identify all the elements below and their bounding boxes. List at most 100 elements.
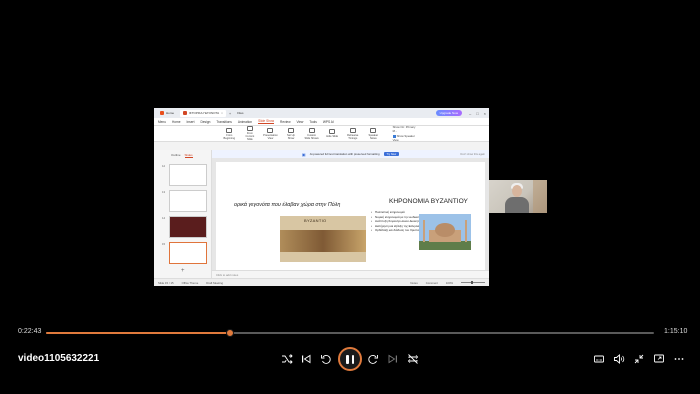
add-slide-icon[interactable]: + bbox=[181, 268, 185, 274]
video-title: video1105632221 bbox=[18, 353, 100, 364]
volume-button[interactable] bbox=[612, 352, 626, 366]
seek-progress bbox=[46, 332, 230, 334]
menu-bar: Menu Home Insert Design Transitions Anim… bbox=[154, 118, 489, 126]
window-controls: – □ × bbox=[469, 111, 486, 116]
slide-left-heading: ορικά γεγονότα που έλαβαν χώρα στην Πόλη bbox=[234, 202, 341, 208]
presentation-file-icon bbox=[183, 111, 188, 115]
translation-banner: ▣ AI-powered full text translation with … bbox=[212, 150, 489, 158]
tab-presentation[interactable]: ΙΣΤΟΡΙΚΑ ΓΕΓΟΝΟΤΑ × bbox=[180, 109, 226, 117]
slide-canvas: ορικά γεγονότα που έλαβαν χώρα στην Πόλη… bbox=[212, 158, 489, 270]
tab-files[interactable]: Files bbox=[234, 110, 246, 117]
setup-icon bbox=[288, 127, 295, 133]
close-window-icon[interactable]: × bbox=[484, 111, 486, 116]
menu-item-wps-ai[interactable]: WPS AI bbox=[323, 120, 334, 124]
tab-outline[interactable]: Outline bbox=[171, 153, 181, 158]
speaker-view-checkbox[interactable]: Show Speaker View bbox=[392, 134, 419, 142]
current-time: 0:22:43 bbox=[18, 328, 42, 335]
previous-icon bbox=[302, 354, 311, 364]
hide-slide-icon bbox=[329, 129, 336, 134]
total-time: 1:15:10 bbox=[664, 328, 688, 335]
more-icon bbox=[674, 358, 684, 360]
volume-icon bbox=[614, 354, 625, 364]
meeting-status[interactable]: Draft Meeting bbox=[206, 281, 223, 285]
comment-toggle[interactable]: Comment bbox=[426, 281, 438, 285]
maximize-icon[interactable]: □ bbox=[476, 111, 478, 116]
next-icon bbox=[388, 354, 397, 364]
forward-30-button[interactable] bbox=[366, 352, 380, 366]
seek-bar[interactable] bbox=[46, 329, 654, 337]
menu-item-slide-show[interactable]: Slide Show bbox=[258, 119, 275, 124]
byzantium-image: ΒΥΖΑΝΤΙΟ bbox=[280, 216, 366, 262]
dismiss-banner-link[interactable]: Don't show this again bbox=[460, 153, 485, 156]
repeat-off-button[interactable] bbox=[406, 352, 420, 366]
pause-button[interactable] bbox=[338, 347, 362, 371]
presentation-view-icon bbox=[267, 127, 274, 133]
play-from-start-icon bbox=[226, 127, 233, 133]
current-slide[interactable]: ορικά γεγονότα που έλαβαν χώρα στην Πόλη… bbox=[216, 162, 485, 270]
more-options-button[interactable] bbox=[672, 352, 686, 366]
cast-icon bbox=[654, 354, 664, 363]
menu-item-transitions[interactable]: Transitions bbox=[216, 120, 231, 124]
menu-item-view[interactable]: View bbox=[297, 120, 304, 124]
notes-area[interactable]: Click to add notes bbox=[212, 270, 489, 278]
slide-thumbnail-selected[interactable]: 15 bbox=[162, 242, 207, 264]
slide-thumbnail[interactable]: 13 bbox=[162, 190, 207, 212]
slide-thumbnail[interactable]: 14 bbox=[162, 216, 207, 238]
cast-button[interactable] bbox=[652, 352, 666, 366]
rehearse-timings-button[interactable]: Rehearse Timings bbox=[345, 127, 360, 140]
monitor-options: Show On: Primary M... Show Speaker View bbox=[392, 125, 419, 142]
next-button[interactable] bbox=[386, 352, 400, 366]
subtitles-button[interactable] bbox=[592, 352, 606, 366]
compact-overlay-icon bbox=[634, 354, 644, 364]
notes-icon bbox=[370, 127, 377, 133]
seek-thumb[interactable] bbox=[225, 329, 234, 337]
mini-player-button[interactable] bbox=[632, 352, 646, 366]
minimize-icon[interactable]: – bbox=[469, 111, 471, 116]
wps-logo-icon bbox=[160, 111, 164, 115]
new-tab-icon[interactable]: + bbox=[229, 111, 231, 116]
tab-home[interactable]: Home bbox=[157, 110, 177, 117]
notes-toggle[interactable]: Notes bbox=[410, 281, 417, 285]
menu-item-tools[interactable]: Tools bbox=[309, 120, 316, 124]
slide-show-ribbon: From Beginning From Current Slide Presen… bbox=[154, 125, 489, 142]
forward-30-icon bbox=[368, 355, 378, 364]
rewind-10-button[interactable] bbox=[319, 352, 333, 366]
pause-icon bbox=[346, 354, 349, 364]
webcam-feed bbox=[489, 180, 547, 213]
slides-panel: Outline Slides 12 13 14 15 + bbox=[154, 150, 212, 278]
hagia-sophia-image bbox=[419, 214, 471, 250]
presentation-view-button[interactable]: Presentation View bbox=[263, 127, 278, 140]
ai-translate-icon: ▣ bbox=[301, 151, 306, 157]
shuffle-button[interactable] bbox=[280, 352, 294, 366]
hide-slide-button[interactable]: Hide Slide bbox=[325, 129, 340, 138]
zoom-slider[interactable] bbox=[461, 281, 485, 284]
slide-counter: Slide 15 / 15 bbox=[158, 280, 174, 285]
previous-button[interactable] bbox=[299, 352, 313, 366]
status-bar: Slide 15 / 15 Office Theme Draft Meeting… bbox=[154, 278, 489, 286]
rewind-10-icon bbox=[321, 355, 331, 364]
try-now-button[interactable]: Try Now bbox=[383, 152, 400, 156]
app-tab-bar: Home ΙΣΤΟΡΙΚΑ ΓΕΓΟΝΟΤΑ × + Files Upgrade … bbox=[154, 108, 489, 118]
menu-item-insert[interactable]: Insert bbox=[187, 120, 195, 124]
close-tab-icon[interactable]: × bbox=[221, 111, 223, 115]
menu-item-menu[interactable]: Menu bbox=[158, 120, 166, 124]
set-up-show-button[interactable]: Set Up Show bbox=[284, 127, 299, 140]
slide-title: ΚΗΡΟΝΟΜΙΑ ΒΥΖΑΝΤΙΟΥ bbox=[389, 198, 468, 205]
custom-slide-shows-button[interactable]: Custom Slide Shows bbox=[304, 127, 319, 140]
from-beginning-button[interactable]: From Beginning bbox=[222, 127, 237, 140]
menu-item-design[interactable]: Design bbox=[200, 120, 210, 124]
upgrade-button[interactable]: Upgrade Now bbox=[435, 110, 462, 116]
timer-icon bbox=[349, 127, 356, 133]
tab-slides[interactable]: Slides bbox=[184, 153, 193, 158]
subtitles-icon bbox=[594, 355, 604, 363]
from-current-slide-button[interactable]: From Current Slide bbox=[243, 126, 258, 141]
slide-thumbnail[interactable]: 12 bbox=[162, 164, 207, 186]
speaker-notes-button[interactable]: Speaker Notes bbox=[366, 127, 381, 140]
menu-item-review[interactable]: Review bbox=[280, 120, 290, 124]
theme-name: Office Theme bbox=[181, 280, 199, 285]
menu-item-animation[interactable]: Animation bbox=[238, 120, 252, 124]
custom-show-icon bbox=[308, 127, 315, 133]
play-current-icon bbox=[246, 126, 253, 131]
menu-item-home[interactable]: Home bbox=[172, 120, 181, 124]
repeat-off-icon bbox=[407, 354, 419, 364]
